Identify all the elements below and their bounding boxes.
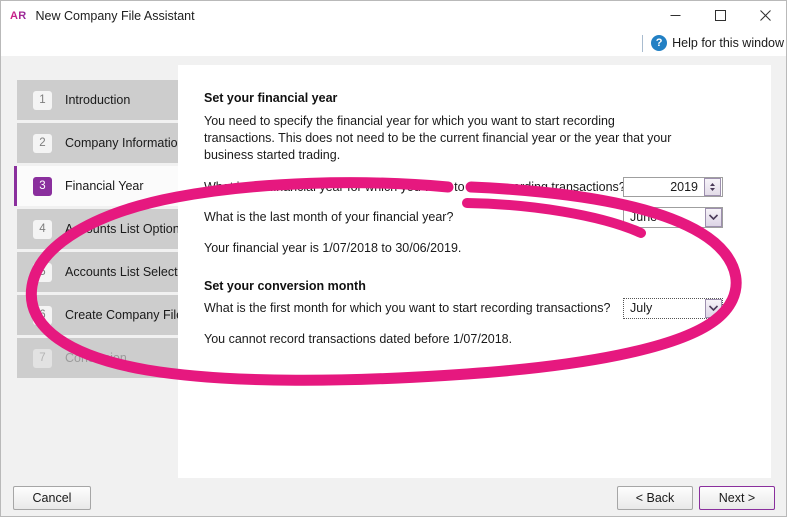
maximize-icon xyxy=(715,10,726,21)
sidebar-item-create-company-file[interactable]: 6 Create Company File xyxy=(17,295,183,335)
body-area: 1 Introduction 2 Company Information 3 F… xyxy=(1,56,786,481)
chevron-down-icon xyxy=(709,305,718,311)
title-bar: AR New Company File Assistant xyxy=(1,1,786,30)
step-number: 3 xyxy=(33,176,52,196)
app-logo: AR xyxy=(10,9,27,22)
last-month-dropdown[interactable]: June xyxy=(623,206,723,228)
conversion-month-question-row: What is the first month for which you wa… xyxy=(204,297,747,319)
step-label: Accounts List Selection xyxy=(65,265,195,279)
sidebar-item-financial-year[interactable]: 3 Financial Year xyxy=(14,166,178,206)
sidebar-item-accounts-list-selection[interactable]: 5 Accounts List Selection xyxy=(17,252,194,292)
financial-year-question-row: What is the financial year for which you… xyxy=(204,177,747,197)
help-separator xyxy=(642,34,644,52)
conversion-month-heading: Set your conversion month xyxy=(204,279,366,293)
step-label: Conclusion xyxy=(65,351,127,365)
last-month-value: June xyxy=(630,210,658,224)
chevron-down-icon xyxy=(709,214,718,220)
maximize-button[interactable] xyxy=(698,1,743,30)
window-title: New Company File Assistant xyxy=(35,8,195,23)
step-label: Create Company File xyxy=(65,308,184,322)
sidebar-item-introduction[interactable]: 1 Introduction xyxy=(17,80,178,120)
dropdown-toggle-button[interactable] xyxy=(705,207,722,227)
financial-year-spinner[interactable]: 2019 xyxy=(623,177,723,197)
close-button[interactable] xyxy=(743,1,786,30)
cancel-button[interactable]: Cancel xyxy=(13,486,91,510)
conversion-month-dropdown[interactable]: July xyxy=(623,297,723,319)
close-icon xyxy=(760,10,771,21)
conversion-month-field: July xyxy=(623,297,723,319)
help-link[interactable]: Help for this window xyxy=(672,36,784,50)
spinner-up-down-icon xyxy=(710,183,715,191)
step-number: 4 xyxy=(33,219,52,239)
sidebar-item-conclusion: 7 Conclusion xyxy=(17,338,178,378)
conversion-month-note: You cannot record transactions dated bef… xyxy=(204,332,513,346)
step-label: Introduction xyxy=(65,93,131,107)
last-month-question-label: What is the last month of your financial… xyxy=(204,210,454,224)
back-button[interactable]: < Back xyxy=(617,486,693,510)
step-number: 7 xyxy=(33,348,52,368)
sidebar-item-accounts-list-options[interactable]: 4 Accounts List Options xyxy=(17,209,186,249)
help-bar: ? Help for this window xyxy=(1,30,786,56)
dropdown-toggle-button[interactable] xyxy=(705,298,722,318)
financial-year-description: You need to specify the financial year f… xyxy=(204,114,672,162)
step-number: 6 xyxy=(33,305,52,325)
financial-year-question-label: What is the financial year for which you… xyxy=(204,180,626,194)
wizard-steps-sidebar: 1 Introduction 2 Company Information 3 F… xyxy=(14,80,194,381)
sidebar-item-company-information[interactable]: 2 Company Information xyxy=(17,123,185,163)
conversion-month-question-label: What is the first month for which you wa… xyxy=(204,301,611,315)
financial-year-summary: Your financial year is 1/07/2018 to 30/0… xyxy=(204,241,462,255)
new-company-file-assistant-window: AR New Company File Assistant ? Help for… xyxy=(0,0,787,517)
window-controls xyxy=(653,1,786,30)
content-panel: Set your financial year You need to spec… xyxy=(178,65,771,478)
step-label: Accounts List Options xyxy=(65,222,186,236)
minimize-button[interactable] xyxy=(653,1,698,30)
financial-year-value[interactable]: 2019 xyxy=(624,180,704,194)
step-number: 5 xyxy=(33,262,52,282)
last-month-field: June xyxy=(623,206,723,228)
step-number: 1 xyxy=(33,90,52,110)
financial-year-heading: Set your financial year xyxy=(204,91,338,105)
financial-year-field: 2019 xyxy=(623,177,723,197)
last-month-question-row: What is the last month of your financial… xyxy=(204,206,747,228)
step-label: Financial Year xyxy=(65,179,144,193)
spinner-stepper-button[interactable] xyxy=(704,178,721,196)
footer-bar: Cancel < Back Next > xyxy=(1,480,786,516)
step-number: 2 xyxy=(33,133,52,153)
minimize-icon xyxy=(670,15,681,16)
next-button[interactable]: Next > xyxy=(699,486,775,510)
conversion-month-value: July xyxy=(630,301,653,315)
help-circle-icon[interactable]: ? xyxy=(651,35,668,51)
step-label: Company Information xyxy=(65,136,185,150)
